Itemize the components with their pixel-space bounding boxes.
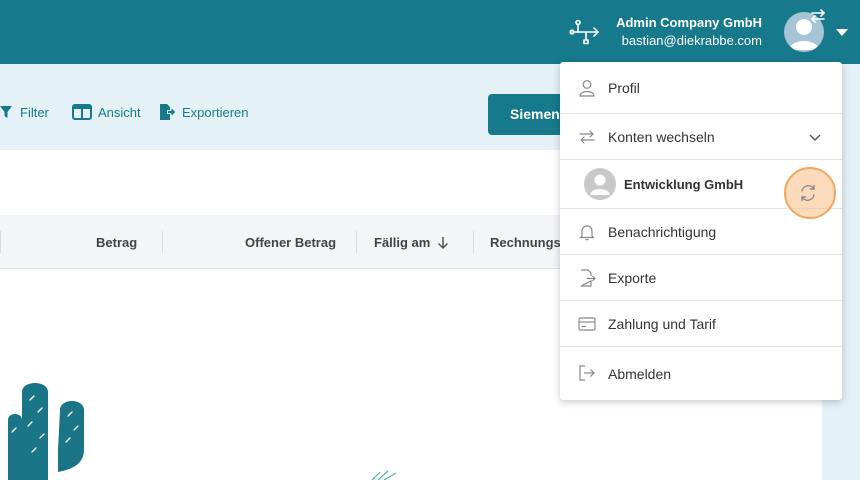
bell-icon xyxy=(579,225,595,241)
caret-down-icon[interactable] xyxy=(836,29,848,36)
export-label: Exportieren xyxy=(182,104,249,120)
column-separator xyxy=(0,231,1,253)
column-rechnungsdatum[interactable]: Rechnungsd xyxy=(490,235,569,250)
menu-item-benachrichtigung[interactable]: Benachrichtigung xyxy=(560,209,842,255)
account-dropdown-menu: Profil Konten wechseln Entwicklung GmbH xyxy=(560,62,842,400)
menu-item-exporte[interactable]: Exporte xyxy=(560,255,842,301)
refresh-icon[interactable] xyxy=(798,183,818,203)
menu-item-label: Abmelden xyxy=(608,365,672,382)
user-icon xyxy=(579,80,595,97)
menu-item-konten-wechseln[interactable]: Konten wechseln xyxy=(560,114,842,160)
view-button[interactable]: Ansicht xyxy=(72,104,141,120)
column-faellig-am-label: Fällig am xyxy=(374,235,431,250)
account-switch-icon[interactable] xyxy=(808,6,828,26)
column-offener-betrag[interactable]: Offener Betrag xyxy=(245,235,336,250)
menu-item-label: Profil xyxy=(608,79,640,96)
cactus-illustration xyxy=(8,383,84,480)
chevron-down-icon[interactable] xyxy=(808,130,822,144)
menu-item-zahlung-und-tarif[interactable]: Zahlung und Tarif xyxy=(560,301,842,347)
avatar xyxy=(584,168,616,200)
menu-item-label: Entwicklung GmbH xyxy=(624,176,744,192)
switch-icon xyxy=(579,130,595,144)
export-button[interactable]: Exportieren xyxy=(158,104,248,120)
filter-button[interactable]: Filter xyxy=(0,104,49,120)
menu-item-label: Konten wechseln xyxy=(608,128,715,145)
user-email: bastian@diekrabbe.com xyxy=(621,33,762,48)
plant-illustration xyxy=(371,470,397,480)
menu-item-label: Zahlung und Tarif xyxy=(608,315,716,332)
column-betrag[interactable]: Betrag xyxy=(96,235,137,250)
column-faellig-am[interactable]: Fällig am xyxy=(374,235,450,250)
column-separator xyxy=(356,231,357,253)
sort-down-icon xyxy=(438,236,449,249)
card-icon xyxy=(578,317,596,331)
primary-action-button[interactable]: Siemens xyxy=(488,94,568,135)
column-separator xyxy=(473,231,474,253)
filter-label: Filter xyxy=(20,104,49,120)
columns-icon xyxy=(72,104,92,120)
menu-item-profil[interactable]: Profil xyxy=(560,62,842,114)
menu-item-label: Benachrichtigung xyxy=(608,223,717,240)
filter-icon xyxy=(0,106,12,118)
account-info[interactable]: Admin Company GmbH bastian@diekrabbe.com xyxy=(560,14,762,50)
column-separator xyxy=(162,231,163,253)
view-label: Ansicht xyxy=(98,104,141,120)
company-name: Admin Company GmbH xyxy=(616,15,762,30)
menu-item-label: Exporte xyxy=(608,269,657,286)
file-export-icon xyxy=(580,269,596,287)
logout-icon xyxy=(579,365,595,381)
menu-item-abmelden[interactable]: Abmelden xyxy=(560,347,842,400)
top-bar: Admin Company GmbH bastian@diekrabbe.com xyxy=(0,0,860,64)
menu-item-entwicklung-gmbh[interactable]: Entwicklung GmbH xyxy=(560,160,842,219)
file-export-icon xyxy=(160,104,176,120)
